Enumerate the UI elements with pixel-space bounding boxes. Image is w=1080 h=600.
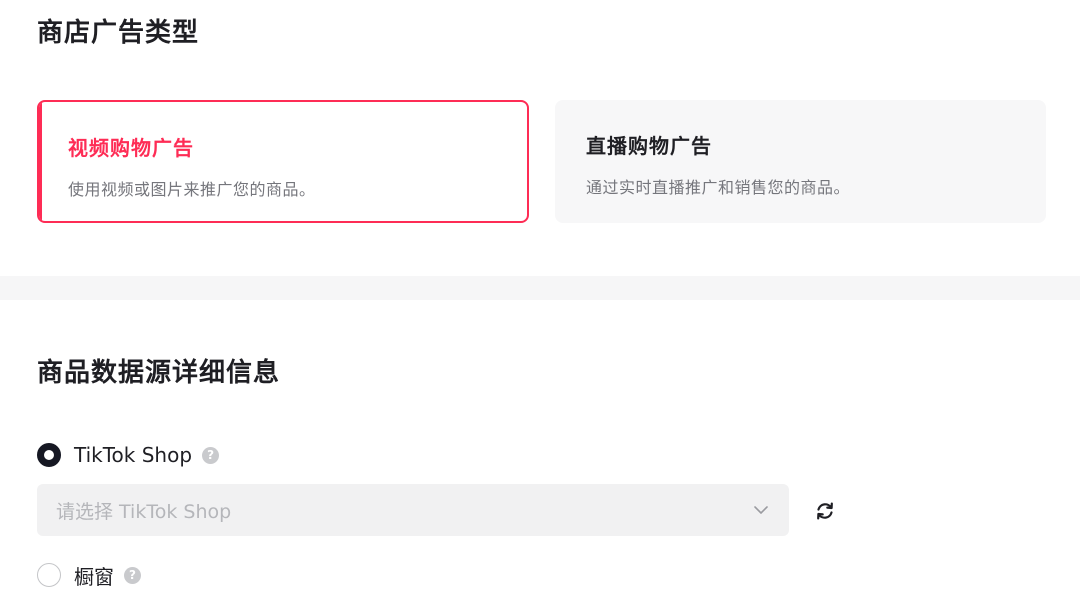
select-placeholder: 请选择 TikTok Shop [56,501,232,523]
card-title: 视频购物广告 [68,136,194,160]
chevron-down-icon[interactable] [751,500,771,520]
tiktok-shop-select[interactable]: 请选择 TikTok Shop [37,484,789,536]
live-shopping-ads-card[interactable]: 直播购物广告 通过实时直播推广和销售您的商品。 [555,100,1046,223]
radio-checked-icon[interactable] [37,443,61,467]
refresh-icon[interactable] [813,499,837,523]
page: 商店广告类型 视频购物广告 使用视频或图片来推广您的商品。 直播购物广告 通过实… [0,0,1080,600]
radio-option-tiktok-shop[interactable]: TikTok Shop ? [37,440,220,470]
card-description: 通过实时直播推广和销售您的商品。 [586,178,851,197]
card-description: 使用视频或图片来推广您的商品。 [68,180,316,199]
radio-label: 橱窗 [74,564,114,589]
question-circle-icon[interactable]: ? [124,566,141,584]
product-source-title: 商品数据源详细信息 [37,358,281,388]
selected-accent-bar [39,102,42,221]
radio-unchecked-icon[interactable] [37,563,61,587]
video-shopping-ads-card[interactable]: 视频购物广告 使用视频或图片来推广您的商品。 [37,100,529,223]
section-divider [0,276,1080,300]
radio-label: TikTok Shop [74,443,193,467]
radio-option-showcase[interactable]: 橱窗 ? [37,560,141,590]
card-title: 直播购物广告 [586,134,712,158]
question-circle-icon[interactable]: ? [202,446,220,464]
shop-ad-type-title: 商店广告类型 [37,18,200,48]
